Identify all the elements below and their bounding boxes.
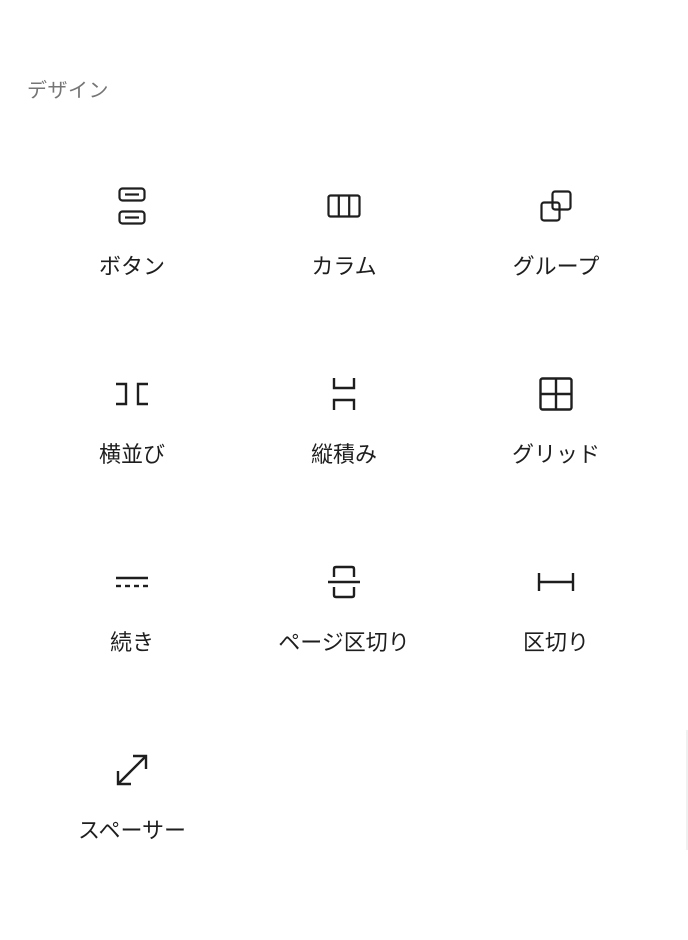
page-break-icon	[320, 558, 368, 606]
block-grid: ボタン カラム グループ 横並び 縦積み グリッド 続き ページ区切り 区切り …	[26, 160, 662, 912]
columns-icon	[320, 182, 368, 230]
block-label: 区切り	[522, 631, 589, 656]
block-item-grid[interactable]: グリッド	[450, 348, 662, 536]
separator-icon	[532, 558, 580, 606]
group-icon	[532, 182, 580, 230]
block-label: スペーサー	[77, 819, 187, 844]
block-label: グループ	[512, 255, 600, 280]
block-item-separator[interactable]: 区切り	[450, 536, 662, 724]
block-item-stack[interactable]: 縦積み	[238, 348, 450, 536]
block-label: グリッド	[511, 443, 600, 468]
block-item-group[interactable]: グループ	[450, 160, 662, 348]
stack-icon	[320, 370, 368, 418]
block-label: 続き	[109, 631, 154, 656]
section-heading: デザイン	[27, 78, 109, 102]
spacer-icon	[108, 746, 156, 794]
block-label: 横並び	[98, 443, 165, 468]
block-label: 縦積み	[310, 443, 377, 468]
block-item-buttons[interactable]: ボタン	[26, 160, 238, 348]
block-label: ボタン	[98, 255, 165, 280]
block-label: ページ区切り	[278, 631, 410, 656]
block-item-spacer[interactable]: スペーサー	[26, 724, 238, 912]
grid-icon	[532, 370, 580, 418]
row-icon	[108, 370, 156, 418]
block-item-columns[interactable]: カラム	[238, 160, 450, 348]
block-label: カラム	[311, 255, 377, 280]
block-item-row[interactable]: 横並び	[26, 348, 238, 536]
buttons-icon	[108, 182, 156, 230]
block-item-more[interactable]: 続き	[26, 536, 238, 724]
more-icon	[108, 558, 156, 606]
block-item-page-break[interactable]: ページ区切り	[238, 536, 450, 724]
